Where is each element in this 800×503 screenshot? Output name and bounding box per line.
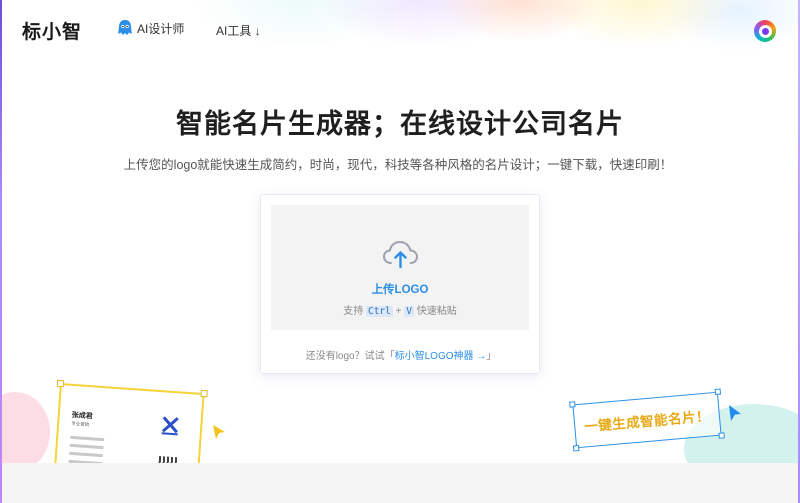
logo-upload-dropzone[interactable]: 上传LOGO 支持 Ctrl + V 快速粘贴 <box>271 205 529 330</box>
slogan-handle <box>569 401 576 408</box>
card-handle <box>56 379 65 388</box>
window-border-left <box>0 0 2 503</box>
key-plus: + <box>395 306 402 317</box>
top-nav: 标小智 AI设计师 AI工具 ↓ <box>0 0 800 58</box>
logo-generator-link[interactable]: 标小智LOGO神器 → <box>395 351 487 362</box>
upload-card: 上传LOGO 支持 Ctrl + V 快速粘贴 还没有logo？试试「标小智LO… <box>260 194 540 374</box>
no-logo-prefix: 还没有logo？试试「 <box>305 351 395 362</box>
key-ctrl: Ctrl <box>365 306 393 317</box>
card-role: 专业营销 <box>71 420 90 428</box>
pointer-cursor-icon <box>729 405 741 421</box>
user-avatar-icon[interactable] <box>754 20 776 42</box>
no-logo-prompt: 还没有logo？试试「标小智LOGO神器 →」 <box>261 347 541 362</box>
cloud-upload-icon <box>382 240 419 269</box>
slogan-handle <box>714 388 722 395</box>
nav-ai-designer[interactable]: AI设计师 <box>117 19 184 37</box>
page-subtitle: 上传您的logo就能快速生成简约，时尚，现代，科技等各种风格的名片设计；一键下载… <box>123 158 673 172</box>
nav-ai-tools-dropdown[interactable]: AI工具 ↓ <box>216 22 261 39</box>
slogan-handle <box>572 445 580 452</box>
card-handle <box>200 389 208 398</box>
upload-logo-label: 上传LOGO <box>371 284 429 296</box>
decor-blob-pink <box>0 392 50 472</box>
paste-hint-suffix: 快速粘贴 <box>416 306 457 317</box>
nav-ai-designer-label: AI设计师 <box>137 21 185 36</box>
page-title: 智能名片生成器；在线设计公司名片 <box>176 109 624 139</box>
site-logo[interactable]: 标小智 <box>22 17 82 44</box>
pointer-cursor-icon <box>213 425 225 439</box>
card-company-logo-icon <box>161 416 179 436</box>
slogan-handle <box>718 432 725 439</box>
card-name: 张成君 <box>71 411 93 421</box>
key-v: V <box>404 306 415 317</box>
slogan-text: 一键生成智能名片！ <box>583 408 711 435</box>
paste-hint-prefix: 支持 <box>343 306 364 317</box>
paste-hint: 支持 Ctrl + V 快速粘贴 <box>271 302 529 317</box>
footer-strip <box>0 463 800 503</box>
mascot-icon <box>118 20 132 35</box>
no-logo-suffix: 」 <box>486 351 497 362</box>
